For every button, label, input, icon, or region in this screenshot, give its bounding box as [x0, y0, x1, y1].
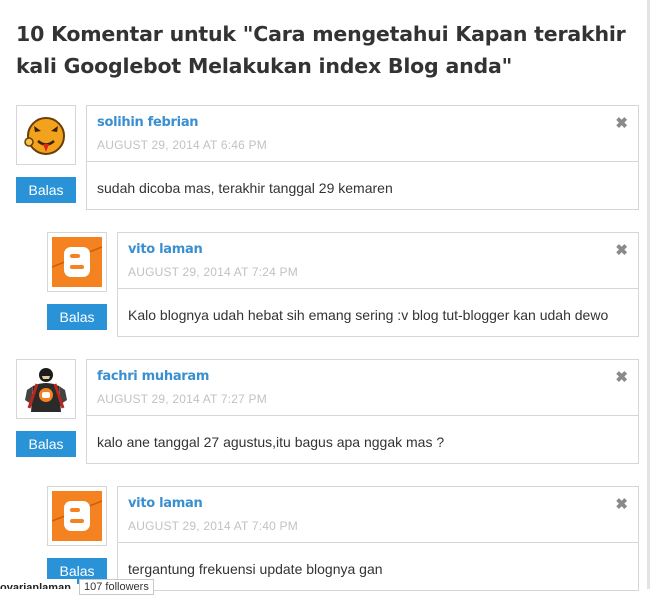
comment-text: kalo ane tanggal 27 agustus,itu bagus ap… — [97, 434, 445, 450]
delete-comment-icon[interactable]: ✖ — [615, 368, 628, 386]
comments-title: 10 Komentar untuk "Cara mengetahui Kapan… — [16, 22, 626, 78]
delete-comment-icon[interactable]: ✖ — [615, 495, 628, 513]
comment-item: Balas fachri muharam AUGUST 29, 2014 AT … — [16, 359, 639, 469]
reply-button[interactable]: Balas — [16, 431, 76, 457]
delete-comment-icon[interactable]: ✖ — [615, 114, 628, 132]
divider — [118, 288, 638, 289]
comment-box: vito laman AUGUST 29, 2014 AT 7:24 PM ✖ … — [117, 232, 639, 337]
divider — [87, 161, 638, 162]
divider — [118, 542, 638, 543]
comment-author[interactable]: solihin febrian — [97, 115, 199, 130]
comment-text: sudah dicoba mas, terakhir tanggal 29 ke… — [97, 180, 393, 196]
blogger-hero-avatar-icon — [25, 368, 67, 412]
avatar[interactable] — [16, 359, 76, 419]
comment-date[interactable]: AUGUST 29, 2014 AT 7:27 PM — [97, 392, 267, 406]
blogger-logo-avatar-icon — [52, 237, 102, 287]
comment-text: tergantung frekuensi update blognya gan — [128, 561, 383, 577]
comment-item: Balas solihin febrian AUGUST 29, 2014 AT… — [16, 105, 639, 215]
avatar[interactable] — [47, 232, 107, 292]
comment-date[interactable]: AUGUST 29, 2014 AT 7:24 PM — [128, 265, 298, 279]
comment-reply-item: Balas vito laman AUGUST 29, 2014 AT 7:24… — [47, 232, 639, 342]
divider — [87, 415, 638, 416]
comment-text: Kalo blognya udah hebat sih emang sering… — [128, 307, 609, 323]
comment-author[interactable]: fachri muharam — [97, 369, 209, 384]
comment-box: vito laman AUGUST 29, 2014 AT 7:40 PM ✖ … — [117, 486, 639, 591]
blogger-logo-avatar-icon — [52, 491, 102, 541]
comment-author[interactable]: vito laman — [128, 242, 203, 257]
comment-box: solihin febrian AUGUST 29, 2014 AT 6:46 … — [86, 105, 639, 210]
reply-button[interactable]: Balas — [16, 177, 76, 203]
reply-button[interactable]: Balas — [47, 304, 107, 330]
comment-date[interactable]: AUGUST 29, 2014 AT 6:46 PM — [97, 138, 267, 152]
comment-author[interactable]: vito laman — [128, 496, 203, 511]
comment-date[interactable]: AUGUST 29, 2014 AT 7:40 PM — [128, 519, 298, 533]
followers-count-badge[interactable]: 107 followers — [79, 579, 154, 595]
delete-comment-icon[interactable]: ✖ — [615, 241, 628, 259]
follow-bar-username[interactable]: ovarianlaman — [0, 579, 77, 589]
orange-face-avatar-icon — [24, 117, 65, 155]
avatar[interactable] — [47, 486, 107, 546]
comment-box: fachri muharam AUGUST 29, 2014 AT 7:27 P… — [86, 359, 639, 464]
avatar[interactable] — [16, 105, 76, 165]
